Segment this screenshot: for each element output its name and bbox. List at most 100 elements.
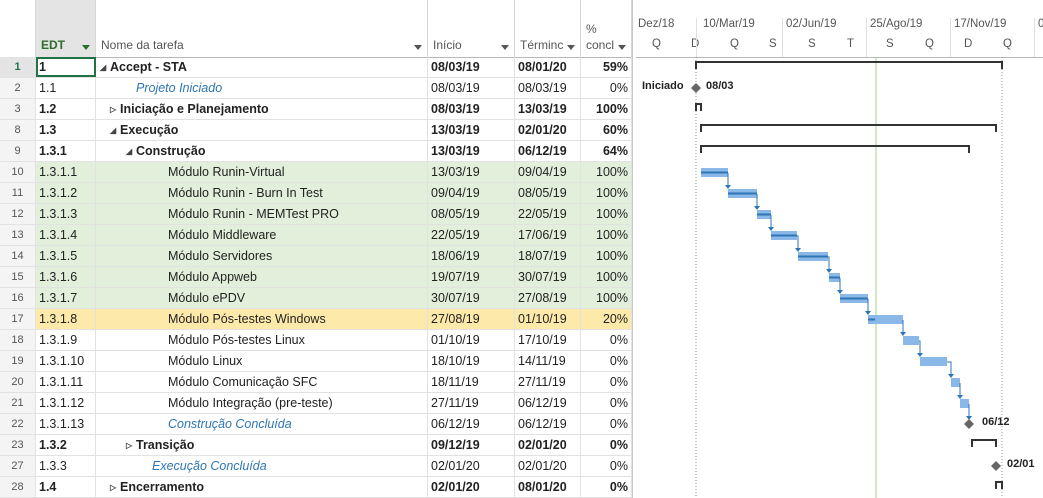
cell-edt[interactable]: 1.1 bbox=[36, 78, 96, 98]
cell-end[interactable]: 02/01/20 bbox=[515, 120, 581, 140]
column-header-edt[interactable]: EDT bbox=[36, 0, 96, 57]
milestone-diamond[interactable] bbox=[964, 419, 974, 429]
cell-edt[interactable]: 1.3.1.1 bbox=[36, 162, 96, 182]
cell-edt[interactable]: 1.3.1.13 bbox=[36, 414, 96, 434]
table-row[interactable]: 3 1.2 ▷ Iniciação e Planejamento 08/03/19 13/… bbox=[0, 99, 632, 120]
dependency-link[interactable] bbox=[797, 235, 799, 249]
table-row[interactable]: 18 1.3.1.9 Módulo Pós-testes Linux 01/10/19… bbox=[0, 330, 632, 351]
cell-pct-complete[interactable]: 64% bbox=[581, 141, 632, 161]
cell-end[interactable]: 06/12/19 bbox=[515, 141, 581, 161]
cell-task-name[interactable]: ▷ Transição bbox=[96, 435, 428, 455]
cell-pct-complete[interactable]: 0% bbox=[581, 393, 632, 413]
dependency-arrowhead[interactable] bbox=[826, 269, 832, 273]
cell-edt[interactable]: 1.3.3 bbox=[36, 456, 96, 476]
cell-start[interactable]: 08/03/19 bbox=[428, 99, 515, 119]
dependency-arrowhead[interactable] bbox=[795, 248, 801, 252]
chevron-down-icon[interactable] bbox=[501, 45, 509, 50]
dependency-arrowhead[interactable] bbox=[837, 290, 843, 294]
cell-pct-complete[interactable]: 100% bbox=[581, 204, 632, 224]
task-progress[interactable] bbox=[701, 171, 728, 174]
cell-end[interactable]: 13/03/19 bbox=[515, 99, 581, 119]
collapse-triangle-icon[interactable]: ◢ bbox=[110, 121, 120, 140]
cell-start[interactable]: 13/03/19 bbox=[428, 141, 515, 161]
row-number[interactable]: 12 bbox=[0, 204, 36, 224]
table-row[interactable]: 1 1 ◢ Accept - STA 08/03/19 08/01/20 59% bbox=[0, 57, 632, 78]
row-number[interactable]: 19 bbox=[0, 351, 36, 371]
task-progress[interactable] bbox=[757, 213, 771, 216]
dependency-arrowhead[interactable] bbox=[768, 227, 774, 231]
task-bar[interactable] bbox=[903, 336, 919, 345]
summary-bar[interactable] bbox=[695, 103, 702, 111]
cell-pct-complete[interactable]: 100% bbox=[581, 267, 632, 287]
cell-task-name[interactable]: ▷ Iniciação e Planejamento bbox=[96, 99, 428, 119]
table-row[interactable]: 27 1.3.3 Execução Concluída 02/01/20 02/01/2… bbox=[0, 456, 632, 477]
table-row[interactable]: 22 1.3.1.13 Construção Concluída 06/12/19 06… bbox=[0, 414, 632, 435]
cell-task-name[interactable]: ◢ Execução bbox=[96, 120, 428, 140]
cell-task-name[interactable]: Módulo Integração (pre-teste) bbox=[96, 393, 428, 413]
cell-edt[interactable]: 1.3.1 bbox=[36, 141, 96, 161]
cell-start[interactable]: 18/10/19 bbox=[428, 351, 515, 371]
dependency-arrowhead[interactable] bbox=[900, 332, 906, 336]
table-row[interactable]: 17 1.3.1.8 Módulo Pós-testes Windows 27/08/… bbox=[0, 309, 632, 330]
cell-end[interactable]: 14/11/19 bbox=[515, 351, 581, 371]
cell-end[interactable]: 02/01/20 bbox=[515, 435, 581, 455]
chevron-down-icon[interactable] bbox=[567, 45, 575, 50]
cell-end[interactable]: 06/12/19 bbox=[515, 393, 581, 413]
cell-edt[interactable]: 1.3.1.4 bbox=[36, 225, 96, 245]
cell-pct-complete[interactable]: 20% bbox=[581, 309, 632, 329]
cell-task-name[interactable]: Módulo Servidores bbox=[96, 246, 428, 266]
chevron-down-icon[interactable] bbox=[414, 45, 422, 50]
cell-end[interactable]: 27/11/19 bbox=[515, 372, 581, 392]
row-number[interactable]: 9 bbox=[0, 141, 36, 161]
cell-start[interactable]: 09/12/19 bbox=[428, 435, 515, 455]
row-number[interactable]: 28 bbox=[0, 477, 36, 497]
cell-end[interactable]: 22/05/19 bbox=[515, 204, 581, 224]
cell-task-name[interactable]: ◢ Construção bbox=[96, 141, 428, 161]
task-progress[interactable] bbox=[829, 276, 840, 279]
table-row[interactable]: 2 1.1 Projeto Iniciado 08/03/19 08/03/19 0% bbox=[0, 78, 632, 99]
summary-bar[interactable] bbox=[700, 145, 970, 153]
cell-edt[interactable]: 1.3.1.11 bbox=[36, 372, 96, 392]
cell-end[interactable]: 09/04/19 bbox=[515, 162, 581, 182]
row-number[interactable]: 16 bbox=[0, 288, 36, 308]
cell-task-name[interactable]: Projeto Iniciado bbox=[96, 78, 428, 98]
cell-pct-complete[interactable]: 0% bbox=[581, 414, 632, 434]
cell-pct-complete[interactable]: 0% bbox=[581, 456, 632, 476]
cell-task-name[interactable]: Módulo ePDV bbox=[96, 288, 428, 308]
cell-pct-complete[interactable]: 100% bbox=[581, 162, 632, 182]
dependency-link[interactable] bbox=[947, 361, 952, 375]
dependency-arrowhead[interactable] bbox=[948, 374, 954, 378]
cell-edt[interactable]: 1.3 bbox=[36, 120, 96, 140]
cell-edt[interactable]: 1.3.1.2 bbox=[36, 183, 96, 203]
task-progress[interactable] bbox=[798, 255, 828, 258]
cell-start[interactable]: 02/01/20 bbox=[428, 456, 515, 476]
cell-edt[interactable]: 1.4 bbox=[36, 477, 96, 497]
cell-start[interactable]: 08/03/19 bbox=[428, 78, 515, 98]
cell-pct-complete[interactable]: 0% bbox=[581, 78, 632, 98]
cell-end[interactable]: 30/07/19 bbox=[515, 267, 581, 287]
cell-task-name[interactable]: ▷ Encerramento bbox=[96, 477, 428, 497]
summary-bar[interactable] bbox=[695, 61, 1003, 69]
cell-end[interactable]: 06/12/19 bbox=[515, 414, 581, 434]
table-row[interactable]: 8 1.3 ◢ Execução 13/03/19 02/01/20 60% bbox=[0, 120, 632, 141]
cell-end[interactable]: 18/07/19 bbox=[515, 246, 581, 266]
expand-triangle-icon[interactable]: ▷ bbox=[110, 478, 120, 497]
cell-pct-complete[interactable]: 0% bbox=[581, 372, 632, 392]
expand-triangle-icon[interactable]: ▷ bbox=[110, 100, 120, 119]
table-row[interactable]: 14 1.3.1.5 Módulo Servidores 18/06/19 18/07/… bbox=[0, 246, 632, 267]
row-number[interactable]: 3 bbox=[0, 99, 36, 119]
collapse-triangle-icon[interactable]: ◢ bbox=[100, 58, 110, 77]
table-row[interactable]: 28 1.4 ▷ Encerramento 02/01/20 08/01/20 0% bbox=[0, 477, 632, 498]
cell-start[interactable]: 08/05/19 bbox=[428, 204, 515, 224]
cell-pct-complete[interactable]: 100% bbox=[581, 246, 632, 266]
cell-start[interactable]: 13/03/19 bbox=[428, 120, 515, 140]
cell-end[interactable]: 01/10/19 bbox=[515, 309, 581, 329]
task-progress[interactable] bbox=[728, 192, 757, 195]
row-number[interactable]: 20 bbox=[0, 372, 36, 392]
cell-edt[interactable]: 1.3.1.8 bbox=[36, 309, 96, 329]
cell-start[interactable]: 27/11/19 bbox=[428, 393, 515, 413]
task-bar[interactable] bbox=[951, 378, 960, 387]
chevron-down-icon[interactable] bbox=[82, 45, 90, 50]
cell-edt[interactable]: 1.3.1.6 bbox=[36, 267, 96, 287]
cell-pct-complete[interactable]: 100% bbox=[581, 183, 632, 203]
